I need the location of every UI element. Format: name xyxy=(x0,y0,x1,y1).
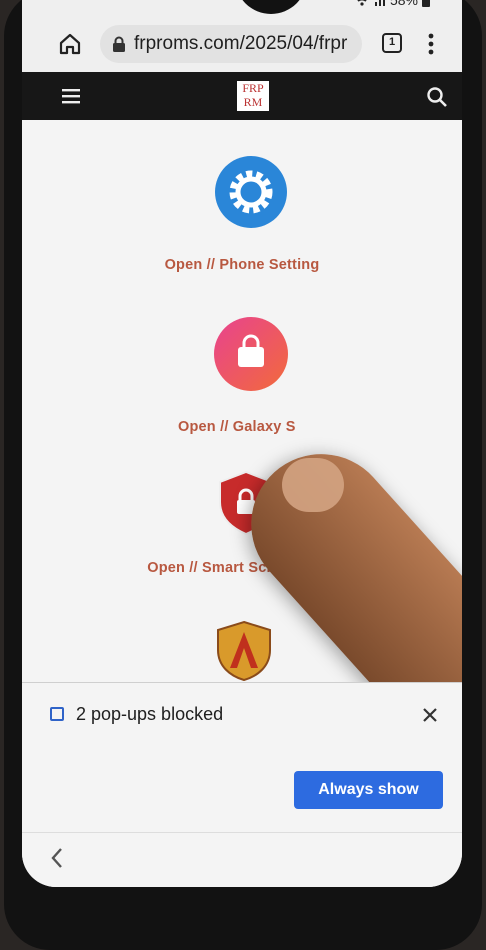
status-indicators: 58% xyxy=(354,0,430,8)
browser-toolbar: frproms.com/2025/04/frpr 1 xyxy=(22,16,462,72)
phone-setting-link[interactable]: Open // Phone Setting xyxy=(22,256,462,274)
galaxy-store-link[interactable]: Open // Galaxy S xyxy=(22,418,462,436)
page-content: Open // Phone Setting Open // Galaxy S O… xyxy=(22,120,462,757)
popup-message: 2 pop-ups blocked xyxy=(76,704,224,724)
popup-blocked-icon xyxy=(50,707,64,721)
alliance-shield-icon[interactable] xyxy=(216,620,272,682)
navigation-bar xyxy=(22,832,462,887)
battery-percent: 58% xyxy=(389,0,418,8)
home-icon[interactable] xyxy=(58,32,82,56)
more-options-icon[interactable] xyxy=(428,32,434,56)
lock-icon xyxy=(113,36,125,52)
screen: 58% frproms.com/2025/04/frpr 1 FRP RM Op… xyxy=(22,0,462,887)
fingernail xyxy=(282,458,344,512)
battery-icon xyxy=(422,0,430,7)
phone-frame: 58% frproms.com/2025/04/frpr 1 FRP RM Op… xyxy=(4,0,482,950)
tab-switcher-button[interactable]: 1 xyxy=(382,33,402,53)
url-text: frproms.com/2025/04/frpr xyxy=(134,33,348,54)
signal-icon xyxy=(374,0,385,6)
back-arrow-icon[interactable] xyxy=(50,847,64,869)
close-icon[interactable] xyxy=(422,707,438,723)
site-header: FRP RM xyxy=(22,72,462,120)
phone-setting-label: Open // Phone Setting xyxy=(164,257,320,273)
galaxy-store-icon[interactable] xyxy=(214,317,288,391)
site-logo[interactable]: FRP RM xyxy=(237,81,269,111)
search-icon[interactable] xyxy=(426,86,448,108)
popup-blocked-bar: 2 pop-ups blocked Always show xyxy=(22,682,462,833)
status-bar: 58% xyxy=(22,0,462,16)
galaxy-store-label: Open // Galaxy S xyxy=(178,419,296,435)
wifi-icon xyxy=(357,0,367,6)
always-show-button[interactable]: Always show xyxy=(294,771,443,809)
hamburger-menu-icon[interactable] xyxy=(62,88,80,104)
address-bar[interactable]: frproms.com/2025/04/frpr xyxy=(100,25,362,63)
settings-gear-icon[interactable] xyxy=(215,156,287,228)
